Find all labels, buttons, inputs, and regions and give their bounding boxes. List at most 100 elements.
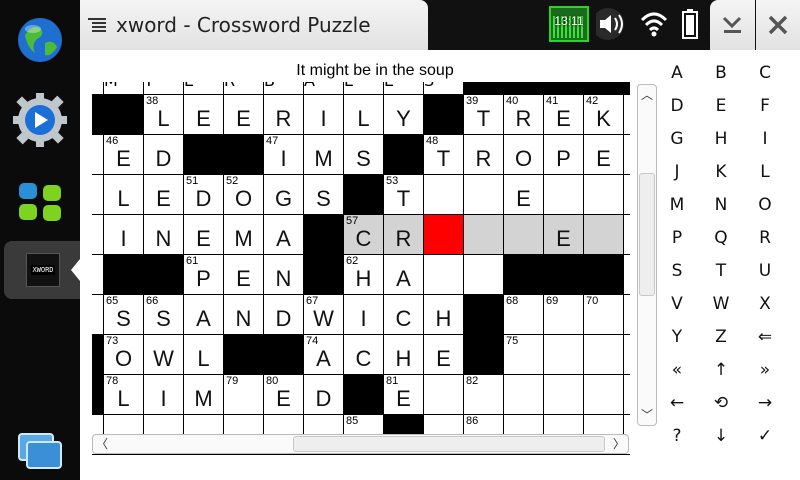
key-y[interactable]: Y: [655, 322, 699, 352]
left-arrow-icon[interactable]: ←: [655, 388, 699, 418]
grid-cell[interactable]: I: [304, 95, 344, 135]
grid-cell[interactable]: M: [184, 375, 224, 415]
grid-cell[interactable]: E: [144, 175, 184, 215]
key-z[interactable]: Z: [699, 322, 743, 352]
grid-cell[interactable]: [92, 135, 104, 175]
grid-cell[interactable]: [92, 175, 104, 215]
grid-cell[interactable]: 42 K: [584, 95, 624, 135]
scroll-down-icon[interactable]: ﹀: [638, 407, 656, 423]
grid-cell[interactable]: E: [424, 335, 464, 375]
grid-cell[interactable]: 62 H: [344, 255, 384, 295]
grid-cell[interactable]: C: [384, 295, 424, 335]
grid-cell[interactable]: E: [504, 175, 544, 215]
grid-cell[interactable]: [424, 375, 464, 415]
key-v[interactable]: V: [655, 289, 699, 319]
key-n[interactable]: N: [699, 190, 743, 220]
menu-icon[interactable]: [88, 18, 106, 32]
globe-icon[interactable]: [10, 10, 70, 70]
grid-cell[interactable]: S: [304, 175, 344, 215]
key-w[interactable]: W: [699, 289, 743, 319]
grid-cell[interactable]: [92, 215, 104, 255]
grid-cell[interactable]: [92, 82, 104, 95]
backspace-icon[interactable]: ⇐: [743, 322, 787, 352]
app-title[interactable]: xword - Crossword Puzzle: [116, 13, 371, 37]
grid-cell[interactable]: N: [144, 215, 184, 255]
scroll-left-icon[interactable]: 〈: [93, 436, 111, 452]
task-switcher-icon[interactable]: [10, 420, 70, 480]
grid-cell[interactable]: O: [504, 135, 544, 175]
grid-cell[interactable]: I: [344, 295, 384, 335]
grid-cell[interactable]: I: [144, 375, 184, 415]
grid-cell-highlighted[interactable]: R: [384, 215, 424, 255]
grid-cell[interactable]: [624, 295, 630, 335]
key-j[interactable]: J: [655, 157, 699, 187]
horizontal-scroll-thumb[interactable]: [293, 436, 605, 452]
grid-cell[interactable]: D: [304, 375, 344, 415]
key-e[interactable]: E: [699, 91, 743, 121]
grid-cell[interactable]: Y: [384, 95, 424, 135]
right-arrow-icon[interactable]: →: [743, 388, 787, 418]
grid-cell[interactable]: E: [224, 95, 264, 135]
grid-cell[interactable]: E: [224, 255, 264, 295]
grid-cell[interactable]: H: [424, 295, 464, 335]
grid-cell[interactable]: N: [264, 255, 304, 295]
media-player-icon[interactable]: [10, 90, 70, 150]
grid-cell[interactable]: 79: [224, 375, 264, 415]
key-g[interactable]: G: [655, 124, 699, 154]
key-u[interactable]: U: [743, 256, 787, 286]
key-x[interactable]: X: [743, 289, 787, 319]
grid-cell[interactable]: [624, 255, 630, 295]
key-b[interactable]: B: [699, 58, 743, 88]
grid-cell[interactable]: [624, 335, 630, 375]
battery-icon[interactable]: [682, 9, 698, 39]
next-word-icon[interactable]: »: [743, 355, 787, 385]
key-a[interactable]: A: [655, 58, 699, 88]
grid-cell[interactable]: [624, 175, 630, 215]
grid-cell[interactable]: 66 S: [144, 295, 184, 335]
grid-cell[interactable]: [544, 375, 584, 415]
grid-cell[interactable]: M: [224, 215, 264, 255]
grid-cell[interactable]: N: [224, 295, 264, 335]
toggle-direction-icon[interactable]: ⟲: [699, 388, 743, 418]
grid-cell[interactable]: 70: [584, 295, 624, 335]
grid-cell[interactable]: [424, 175, 464, 215]
grid-cell[interactable]: R: [264, 95, 304, 135]
key-m[interactable]: M: [655, 190, 699, 220]
grid-cell[interactable]: [464, 255, 504, 295]
grid-cell[interactable]: I: [104, 215, 144, 255]
grid-cell[interactable]: [584, 375, 624, 415]
key-c[interactable]: C: [743, 58, 787, 88]
app-menu-tab[interactable]: xword - Crossword Puzzle: [80, 0, 428, 50]
hint-icon[interactable]: ?: [655, 421, 699, 451]
key-q[interactable]: Q: [699, 223, 743, 253]
grid-cell[interactable]: M: [304, 135, 344, 175]
grid-cell[interactable]: [504, 375, 544, 415]
key-r[interactable]: R: [743, 223, 787, 253]
clock-widget[interactable]: 13:11: [549, 6, 589, 42]
grid-cell[interactable]: [624, 215, 630, 255]
grid-cell[interactable]: D: [144, 135, 184, 175]
grid-cell[interactable]: L: [184, 335, 224, 375]
key-f[interactable]: F: [743, 91, 787, 121]
grid-cell[interactable]: 73 O: [104, 335, 144, 375]
check-icon[interactable]: ✓: [743, 421, 787, 451]
vertical-scroll-thumb[interactable]: [639, 173, 655, 296]
scroll-up-icon[interactable]: ︿: [638, 87, 656, 103]
grid-cell[interactable]: [544, 175, 584, 215]
grid-cell[interactable]: 69: [544, 295, 584, 335]
grid-cell[interactable]: D: [264, 295, 304, 335]
grid-cell-highlighted[interactable]: [584, 215, 624, 255]
grid-cell[interactable]: 53 T: [384, 175, 424, 215]
grid-cell[interactable]: 82: [464, 375, 504, 415]
grid-cell[interactable]: P: [544, 135, 584, 175]
grid-cell[interactable]: [584, 175, 624, 215]
grid-cell[interactable]: [624, 95, 630, 135]
minimize-button[interactable]: [710, 0, 755, 50]
grid-cell[interactable]: [624, 375, 630, 415]
app-grid-icon[interactable]: [10, 172, 70, 232]
grid-cell[interactable]: L: [344, 95, 384, 135]
grid-cell[interactable]: 38 L: [144, 95, 184, 135]
grid-cell[interactable]: S: [344, 135, 384, 175]
grid-cell[interactable]: E: [584, 135, 624, 175]
grid-cell[interactable]: E: [184, 215, 224, 255]
